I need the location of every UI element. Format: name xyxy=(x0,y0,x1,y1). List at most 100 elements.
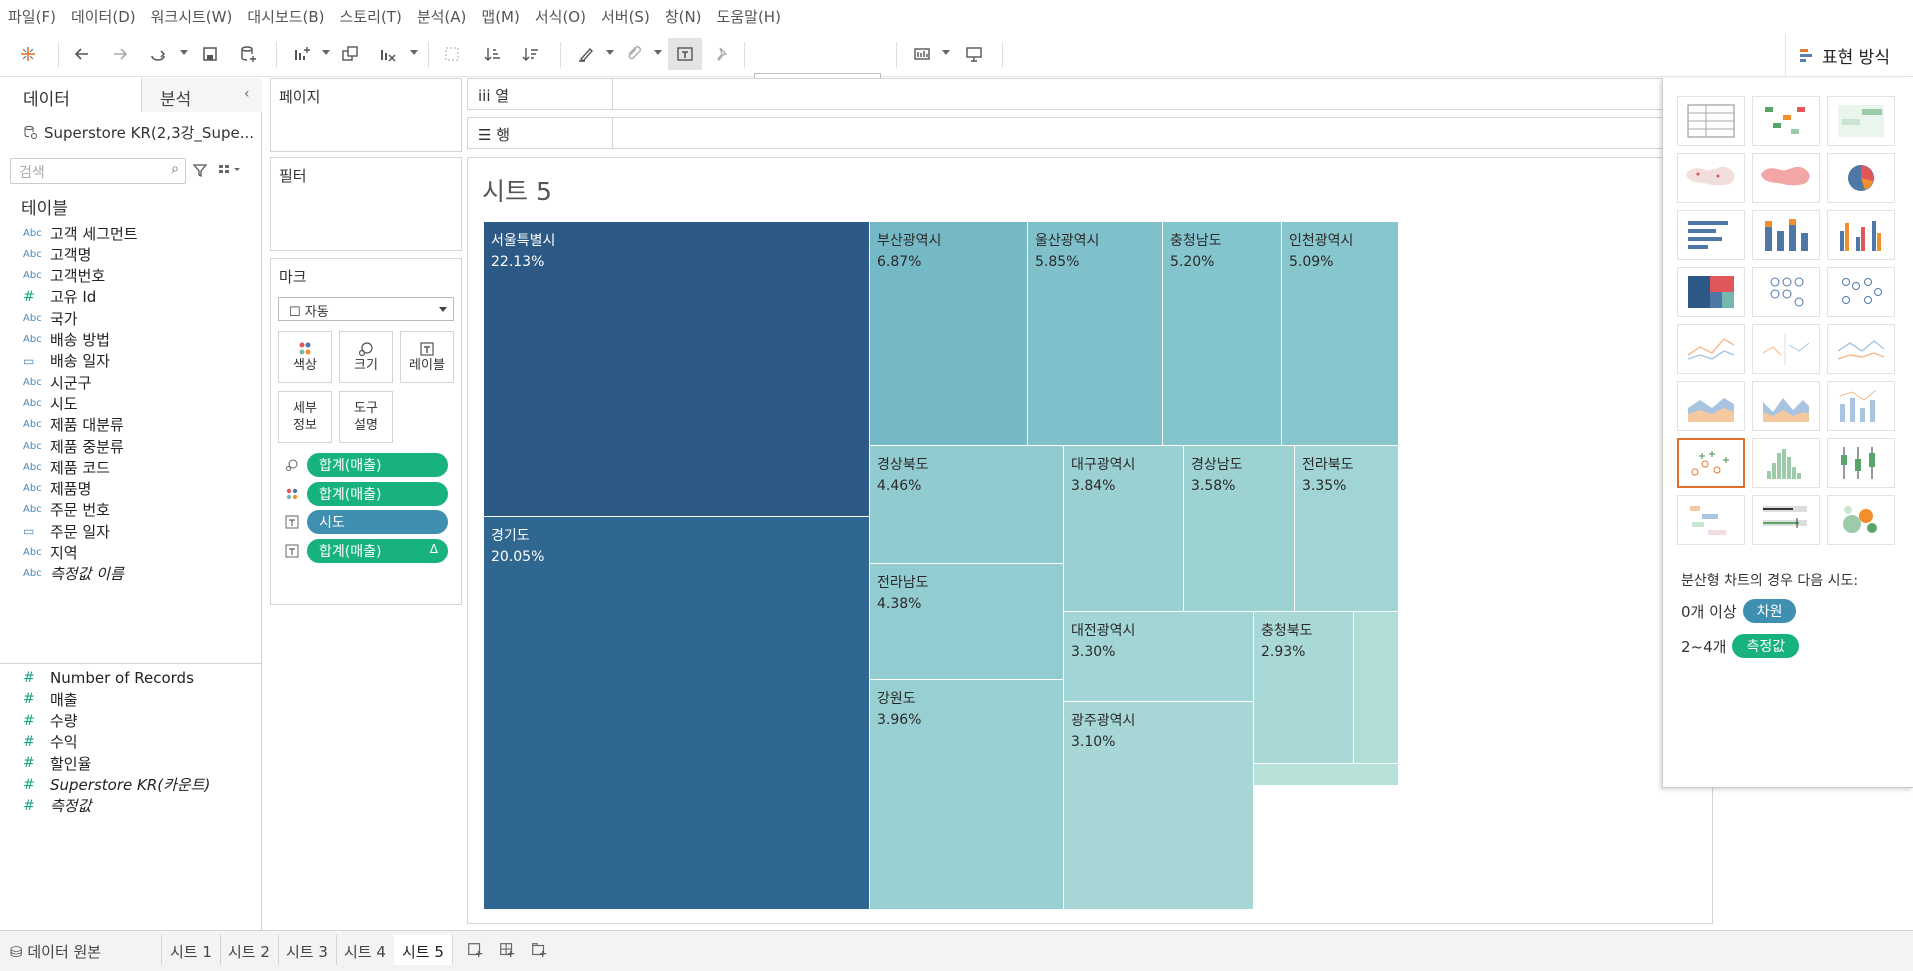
menu-item[interactable]: 도움말(H) xyxy=(717,6,781,27)
save-icon[interactable] xyxy=(196,40,224,68)
treemap-tile[interactable]: 충청북도 2.93% xyxy=(1254,612,1354,764)
filter-icon[interactable] xyxy=(192,162,208,178)
menu-item[interactable]: 대시보드(B) xyxy=(247,6,324,27)
sheet-tab[interactable]: 시트 5 xyxy=(394,935,453,965)
show-mark-labels-icon[interactable] xyxy=(668,38,702,70)
pages-shelf[interactable]: 페이지 xyxy=(270,78,462,152)
chart-type-pie-chart[interactable] xyxy=(1827,153,1895,203)
chart-type-area-discrete[interactable] xyxy=(1752,381,1820,431)
replay-icon[interactable] xyxy=(144,40,172,68)
menu-item[interactable]: 창(N) xyxy=(665,6,702,27)
chart-type-discrete-lines[interactable] xyxy=(1752,324,1820,374)
view-options-icon[interactable] xyxy=(218,164,242,176)
chart-type-packed-bubbles[interactable] xyxy=(1827,495,1895,545)
sheet-title[interactable]: 시트 5 xyxy=(482,172,552,208)
treemap-tile[interactable] xyxy=(1254,764,1399,786)
chart-type-horizontal-bars[interactable] xyxy=(1677,210,1745,260)
treemap-tile[interactable]: 서울특별시 22.13% xyxy=(484,222,870,517)
group-members-icon[interactable] xyxy=(620,40,648,68)
sheet-tab[interactable]: 시트 4 xyxy=(336,935,395,965)
measure-pill[interactable]: 합계(매출) xyxy=(307,453,448,477)
swap-rows-columns-icon[interactable] xyxy=(438,40,466,68)
highlight-dropdown-icon[interactable] xyxy=(606,50,614,55)
chart-type-histogram[interactable] xyxy=(1752,438,1820,488)
fix-axes-icon[interactable] xyxy=(708,40,736,68)
treemap-tile[interactable]: 전라북도 3.35% xyxy=(1295,446,1399,612)
treemap-tile[interactable]: 강원도 3.96% xyxy=(870,680,1064,910)
clear-sheet-icon[interactable] xyxy=(374,40,402,68)
treemap-tile[interactable]: 부산광역시 6.87% xyxy=(870,222,1028,446)
presentation-mode-icon[interactable] xyxy=(960,40,988,68)
new-story-icon[interactable] xyxy=(530,941,550,961)
menu-item[interactable]: 맵(M) xyxy=(481,6,519,27)
chart-type-area-continuous[interactable] xyxy=(1677,381,1745,431)
undo-icon[interactable] xyxy=(68,40,96,68)
treemap-tile[interactable]: 인천광역시 5.09% xyxy=(1282,222,1399,446)
new-dashboard-icon[interactable] xyxy=(498,941,518,961)
chart-type-dual-lines[interactable] xyxy=(1827,324,1895,374)
treemap-tile[interactable]: 충청남도 5.20% xyxy=(1163,222,1282,446)
chart-type-filled-map[interactable] xyxy=(1752,153,1820,203)
field-item[interactable]: # 측정값 xyxy=(0,793,260,819)
detail-button[interactable]: 세부 정보 xyxy=(278,391,332,443)
group-dropdown-icon[interactable] xyxy=(654,50,662,55)
menu-item[interactable]: 서버(S) xyxy=(601,6,650,27)
treemap-tile[interactable]: 경상북도 4.46% xyxy=(870,446,1064,564)
chart-type-bullet-graph[interactable] xyxy=(1752,495,1820,545)
show-cards-icon[interactable] xyxy=(908,40,936,68)
new-worksheet-icon[interactable] xyxy=(466,941,486,961)
chart-type-box-and-whisker[interactable] xyxy=(1827,438,1895,488)
collapse-pane-icon[interactable]: ‹ xyxy=(244,86,250,102)
chart-type-circle-views[interactable] xyxy=(1752,267,1820,317)
redo-icon[interactable] xyxy=(106,40,134,68)
menu-item[interactable]: 파일(F) xyxy=(8,6,56,27)
treemap-tile[interactable]: 대전광역시 3.30% xyxy=(1064,612,1254,702)
new-worksheet-icon[interactable] xyxy=(288,40,316,68)
treemap-tile[interactable]: 전라남도 4.38% xyxy=(870,564,1064,680)
dimension-pill[interactable]: 시도 xyxy=(307,510,448,534)
highlight-icon[interactable] xyxy=(572,40,600,68)
treemap-tile[interactable]: 경상남도 3.58% xyxy=(1184,446,1295,612)
duplicate-sheet-icon[interactable] xyxy=(336,40,364,68)
chart-type-text-table[interactable] xyxy=(1677,96,1745,146)
tab-data[interactable]: 데이터 xyxy=(0,78,142,112)
chart-type-continuous-lines[interactable] xyxy=(1677,324,1745,374)
menu-item[interactable]: 스토리(T) xyxy=(340,6,402,27)
sheet-tab[interactable]: 시트 3 xyxy=(278,935,337,965)
sheet-tab[interactable]: 시트 1 xyxy=(162,935,221,965)
measure-pill[interactable]: 합계(매출) xyxy=(307,481,448,506)
chart-type-scatter-plot[interactable] xyxy=(1677,438,1745,488)
tooltip-button[interactable]: 도구 설명 xyxy=(339,391,393,443)
treemap-tile[interactable]: 광주광역시 3.10% xyxy=(1064,702,1254,910)
tab-data-source[interactable]: ⛁ 데이터 원본 xyxy=(0,935,162,965)
chart-type-heat-map[interactable] xyxy=(1752,96,1820,146)
filters-shelf[interactable]: 필터 xyxy=(270,157,462,251)
chart-type-symbol-map[interactable] xyxy=(1677,153,1745,203)
chart-type-dual-combination[interactable] xyxy=(1827,381,1895,431)
datasource-item[interactable]: Superstore KR(2,3강_Supe... xyxy=(22,120,257,144)
menu-item[interactable]: 워크시트(W) xyxy=(151,6,233,27)
treemap-tile[interactable]: 울산광역시 5.85% xyxy=(1028,222,1163,446)
mark-type-select[interactable]: ☐ 자동 xyxy=(278,297,454,321)
chart-type-treemap[interactable] xyxy=(1677,267,1745,317)
replay-dropdown-icon[interactable] xyxy=(180,50,188,55)
sort-descending-icon[interactable] xyxy=(516,40,544,68)
chart-type-gantt-chart[interactable] xyxy=(1677,495,1745,545)
treemap-tile[interactable] xyxy=(1354,612,1399,764)
chart-type-side-by-side-circles[interactable] xyxy=(1827,267,1895,317)
show-cards-dropdown-icon[interactable] xyxy=(942,50,950,55)
menu-item[interactable]: 서식(O) xyxy=(535,6,586,27)
measure-pill[interactable]: 합계(매출) Δ xyxy=(307,538,448,563)
field-item[interactable]: Abc 측정값 이름 xyxy=(0,561,260,587)
color-button[interactable]: 색상 xyxy=(278,331,332,383)
treemap-tile[interactable]: 대구광역시 3.84% xyxy=(1064,446,1184,612)
columns-shelf[interactable]: iii 열 xyxy=(467,78,1667,110)
label-button[interactable]: 레이블 xyxy=(400,331,454,383)
new-datasource-icon[interactable] xyxy=(234,40,262,68)
menu-item[interactable]: 데이터(D) xyxy=(71,6,136,27)
sort-ascending-icon[interactable] xyxy=(478,40,506,68)
new-worksheet-dropdown-icon[interactable] xyxy=(322,50,330,55)
chart-type-side-by-side-bars[interactable] xyxy=(1827,210,1895,260)
tableau-logo-icon[interactable] xyxy=(14,40,42,68)
show-me-tab[interactable]: 표현 방식 xyxy=(1785,34,1913,76)
